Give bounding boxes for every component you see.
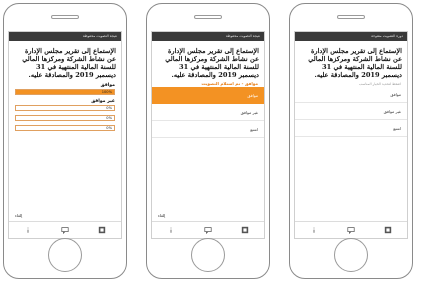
screen-results: نتيجة التصويت محفوظة الإستماع إلى تقرير …: [8, 31, 122, 239]
screen-voting: دورة التصويت مفتوحة الإستماع إلى تقرير م…: [294, 31, 408, 239]
bottom-tabbar: [295, 221, 407, 238]
result-percent-abstain: 0%: [106, 126, 112, 130]
result-label-reject: غير موافق: [91, 99, 115, 104]
question-text: الإستماع إلى تقرير مجلس الإدارة عن نشاط …: [165, 47, 259, 79]
home-button[interactable]: [48, 238, 82, 272]
phone-frame-voting: دورة التصويت مفتوحة الإستماع إلى تقرير م…: [289, 3, 413, 279]
result-bar-abstain: 0%: [15, 125, 115, 131]
option-approve-selected[interactable]: موافق: [152, 87, 264, 104]
home-button[interactable]: [334, 238, 368, 272]
cancel-link[interactable]: إلغاء: [158, 213, 165, 218]
grid-icon[interactable]: [238, 224, 252, 236]
chat-icon[interactable]: [201, 224, 215, 236]
grid-icon[interactable]: [381, 224, 395, 236]
result-percent-reject: 0%: [106, 106, 112, 110]
result-bar-reject: 0%: [15, 105, 115, 111]
option-abstain[interactable]: امتنع: [295, 120, 407, 137]
result-fill-approve: [16, 90, 114, 94]
status-topbar: نتيجة التصويت محفوظة: [152, 32, 264, 41]
option-abstain[interactable]: امتنع: [152, 121, 264, 138]
speaker-grille: [337, 15, 365, 19]
phone-frame-results: نتيجة التصويت محفوظة الإستماع إلى تقرير …: [3, 3, 127, 279]
result-bar-third: 0%: [15, 115, 115, 121]
option-reject[interactable]: غير موافق: [295, 103, 407, 120]
option-reject[interactable]: غير موافق: [152, 104, 264, 121]
result-label-approve: موافق: [100, 83, 115, 88]
question-text: الإستماع إلى تقرير مجلس الإدارة عن نشاط …: [308, 47, 402, 79]
speaker-grille: [51, 15, 79, 19]
screen-submitted: نتيجة التصويت محفوظة الإستماع إلى تقرير …: [151, 31, 265, 239]
result-percent-third: 0%: [106, 116, 112, 120]
chat-icon[interactable]: [344, 224, 358, 236]
status-topbar: نتيجة التصويت محفوظة: [9, 32, 121, 41]
home-button[interactable]: [191, 238, 225, 272]
phone-frame-submitted: نتيجة التصويت محفوظة الإستماع إلى تقرير …: [146, 3, 270, 279]
chat-icon[interactable]: [58, 224, 72, 236]
info-icon[interactable]: [307, 224, 321, 236]
bottom-tabbar: [152, 221, 264, 238]
info-icon[interactable]: [164, 224, 178, 236]
info-icon[interactable]: [21, 224, 35, 236]
bottom-tabbar: [9, 221, 121, 238]
speaker-grille: [194, 15, 222, 19]
result-bar-approve: 100%: [15, 89, 115, 95]
result-percent-approve: 100%: [101, 90, 112, 94]
cancel-link[interactable]: إلغاء: [15, 213, 22, 218]
question-text: الإستماع إلى تقرير مجلس الإدارة عن نشاط …: [22, 47, 116, 79]
status-topbar: دورة التصويت مفتوحة: [295, 32, 407, 41]
option-approve[interactable]: موافق: [295, 86, 407, 103]
grid-icon[interactable]: [95, 224, 109, 236]
